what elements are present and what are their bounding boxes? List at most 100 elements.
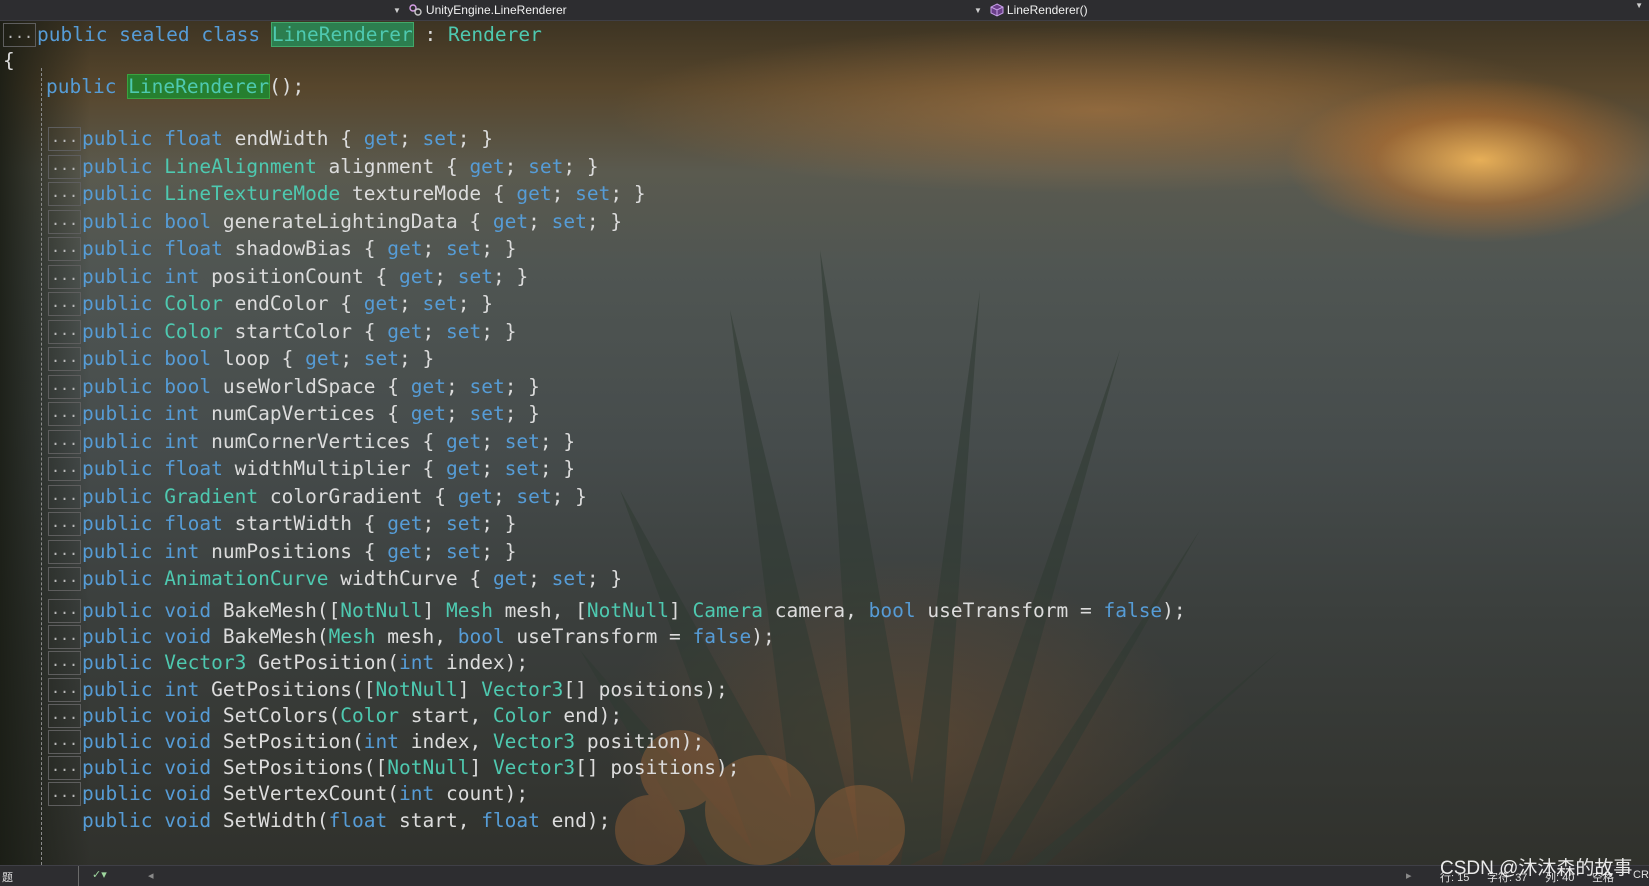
keyword: get xyxy=(387,539,423,563)
fold-marker[interactable]: ... xyxy=(48,402,81,426)
code-text: ); xyxy=(751,625,775,649)
fold-marker[interactable]: ... xyxy=(48,677,81,702)
fold-marker[interactable]: ... xyxy=(48,182,81,206)
type-name: NotNull xyxy=(340,599,423,622)
keyword: get xyxy=(387,319,423,343)
fold-marker[interactable]: ... xyxy=(3,23,36,47)
class-declaration-line[interactable]: ... public sealed class LineRenderer : Re… xyxy=(3,22,542,48)
property-line[interactable]: ... public int positionCount { get; set; … xyxy=(48,264,528,290)
keyword: float xyxy=(481,808,540,832)
fold-marker[interactable]: ... xyxy=(48,347,81,371)
code-text: BakeMesh( xyxy=(211,625,329,649)
method-line[interactable]: ... public void BakeMesh(Mesh mesh, bool … xyxy=(48,624,775,650)
keyword: public xyxy=(82,264,165,288)
fold-marker[interactable]: ... xyxy=(48,730,81,754)
fold-marker[interactable]: ... xyxy=(48,457,81,481)
method-line[interactable]: ... public void BakeMesh([NotNull] Mesh m… xyxy=(48,598,1186,624)
code-text: camera, xyxy=(762,599,869,622)
keyword: get xyxy=(399,264,435,288)
fold-marker[interactable]: ... xyxy=(48,539,81,564)
property-line[interactable]: ... public int numPositions { get; set; } xyxy=(48,539,516,565)
fold-marker[interactable]: ... xyxy=(48,599,81,623)
code-text: ; xyxy=(422,539,446,563)
property-line[interactable]: ... public Color startColor { get; set; } xyxy=(48,319,516,345)
type-dropdown[interactable]: ▼ UnityEngine.LineRenderer xyxy=(393,0,567,20)
property-line[interactable]: ... public float shadowBias { get; set; } xyxy=(48,236,516,262)
chevron-down-icon[interactable]: ▼ xyxy=(1635,1,1643,10)
fold-marker[interactable]: ... xyxy=(48,782,81,807)
code-editor[interactable]: ... public sealed class LineRenderer : Re… xyxy=(0,20,1649,865)
fold-marker[interactable]: ... xyxy=(48,703,81,728)
fold-marker[interactable]: ... xyxy=(48,756,81,781)
keyword: public xyxy=(82,209,165,233)
method-line[interactable]: ... public void SetPositions([NotNull] Ve… xyxy=(48,755,740,781)
property-line[interactable]: ... public Gradient colorGradient { get ; … xyxy=(48,484,587,510)
property-line[interactable]: ... public float widthMultiplier { get; s… xyxy=(48,456,575,482)
open-brace-line[interactable]: { xyxy=(3,48,15,74)
code-text: ; } xyxy=(539,457,576,480)
fold-marker[interactable]: ... xyxy=(48,625,81,650)
fold-marker[interactable]: ... xyxy=(48,374,81,399)
property-line[interactable]: ... public AnimationCurve widthCurve { ge… xyxy=(48,566,622,592)
code-text: ; xyxy=(481,457,505,480)
property-line[interactable]: ... public bool generateLightingData { ge… xyxy=(48,209,622,235)
fold-marker[interactable]: ... xyxy=(48,319,81,344)
code-text: SetPositions([ xyxy=(211,756,388,780)
code-text: ; } xyxy=(457,292,493,315)
code-text: SetVertexCount( xyxy=(211,782,399,806)
keyword: get xyxy=(387,512,423,535)
fold-marker[interactable]: ... xyxy=(48,264,81,289)
property-line[interactable]: ... public int numCornerVertices { get; s… xyxy=(48,429,575,455)
constructor-line[interactable]: public LineRenderer(); xyxy=(46,74,304,100)
property-line[interactable]: ... public float startWidth { get; set; } xyxy=(48,511,516,537)
fold-marker[interactable]: ... xyxy=(48,209,81,234)
property-line[interactable]: ... public LineTextureMode textureMode { … xyxy=(48,181,646,207)
keyword: public xyxy=(82,677,165,701)
code-text: ; } xyxy=(551,484,587,508)
property-line[interactable]: ... public bool loop { get; set; } xyxy=(48,346,434,372)
method-line[interactable]: ... public void SetVertexCount(int count)… xyxy=(48,781,528,807)
keyword: void xyxy=(164,625,212,649)
property-line[interactable]: ... public int numCapVertices { get; set;… xyxy=(48,401,540,427)
line-ending[interactable]: CR xyxy=(1633,869,1649,881)
keyword: int xyxy=(164,677,200,701)
fold-marker[interactable]: ... xyxy=(48,651,81,676)
fold-marker[interactable]: ... xyxy=(48,567,81,591)
type-name: int xyxy=(164,429,200,453)
fold-marker[interactable]: ... xyxy=(48,484,81,509)
keyword: set xyxy=(469,374,505,398)
method-line[interactable]: ... public Vector3 GetPosition(int index)… xyxy=(48,650,528,676)
type-name: int xyxy=(164,264,200,288)
method-line[interactable]: ... public int GetPositions([NotNull] Vec… xyxy=(48,677,728,703)
code-health-icon[interactable]: ✓▾ xyxy=(92,868,107,881)
method-line[interactable]: public void SetWidth(float start, float … xyxy=(82,808,610,834)
fold-marker[interactable]: ... xyxy=(48,512,81,536)
fold-marker[interactable]: ... xyxy=(48,292,81,316)
member-dropdown[interactable]: ▼ LineRenderer() xyxy=(974,0,1088,20)
property-line[interactable]: ... public bool useWorldSpace { get; set;… xyxy=(48,374,540,400)
scroll-left-icon[interactable]: ◂ xyxy=(148,869,154,882)
scroll-right-icon[interactable]: ▸ xyxy=(1406,869,1412,882)
type-name: Color xyxy=(340,703,399,727)
property-name: widthCurve { xyxy=(328,567,493,590)
fold-marker[interactable]: ... xyxy=(48,237,81,261)
property-line[interactable]: ... public float endWidth { get; set; } xyxy=(48,126,493,152)
method-line[interactable]: ... public void SetColors(Color start, Co… xyxy=(48,703,622,729)
property-line[interactable]: ... public Color endColor { get; set; } xyxy=(48,291,493,317)
keyword: set xyxy=(445,237,482,260)
keyword: public xyxy=(82,154,165,178)
class-link-icon xyxy=(409,4,422,16)
keyword: public xyxy=(82,703,165,727)
member-dropdown-label: LineRenderer() xyxy=(1006,3,1088,17)
keyword: set xyxy=(457,264,493,288)
property-line[interactable]: ... public LineAlignment alignment { get;… xyxy=(48,154,599,180)
method-line[interactable]: ... public void SetPosition(int index, Ve… xyxy=(48,729,704,755)
property-name: widthMultiplier { xyxy=(222,457,446,480)
fold-marker[interactable]: ... xyxy=(48,429,81,454)
fold-marker[interactable]: ... xyxy=(48,127,81,151)
fold-marker[interactable]: ... xyxy=(48,154,81,179)
keyword: int xyxy=(363,730,400,753)
type-name: int xyxy=(164,539,200,563)
keyword: get xyxy=(516,182,552,205)
keyword: set xyxy=(504,429,540,453)
